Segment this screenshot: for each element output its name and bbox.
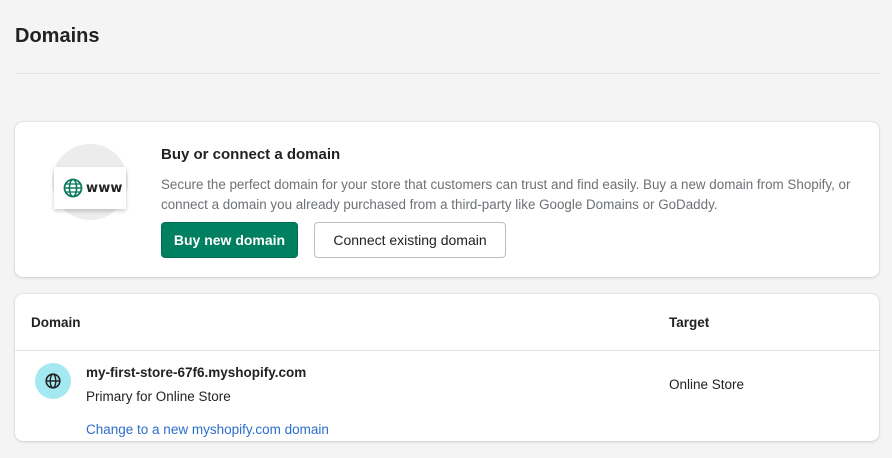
globe-icon (45, 373, 61, 389)
buy-connect-domain-card: www Buy or connect a domain Secure the p… (15, 122, 879, 277)
promo-description: Secure the perfect domain for your store… (161, 177, 851, 212)
table-header-divider (15, 350, 879, 351)
column-header-domain: Domain (31, 315, 81, 330)
domains-table: Domain Target my-first-store-67f6.myshop… (15, 294, 879, 441)
domain-primary-label: Primary for Online Store (86, 389, 231, 404)
www-label: www (86, 180, 123, 196)
globe-icon (63, 178, 83, 198)
buy-new-domain-button[interactable]: Buy new domain (161, 222, 298, 258)
change-myshopify-domain-link[interactable]: Change to a new myshopify.com domain (86, 422, 329, 437)
promo-heading: Buy or connect a domain (161, 146, 341, 163)
domain-name: my-first-store-67f6.myshopify.com (86, 365, 307, 380)
page-title: Domains (15, 25, 100, 47)
domain-avatar (35, 363, 71, 399)
column-header-target: Target (669, 315, 710, 330)
connect-existing-domain-button[interactable]: Connect existing domain (314, 222, 506, 258)
www-illustration: www (54, 167, 126, 209)
domain-target: Online Store (669, 377, 745, 392)
header-divider (15, 73, 879, 74)
